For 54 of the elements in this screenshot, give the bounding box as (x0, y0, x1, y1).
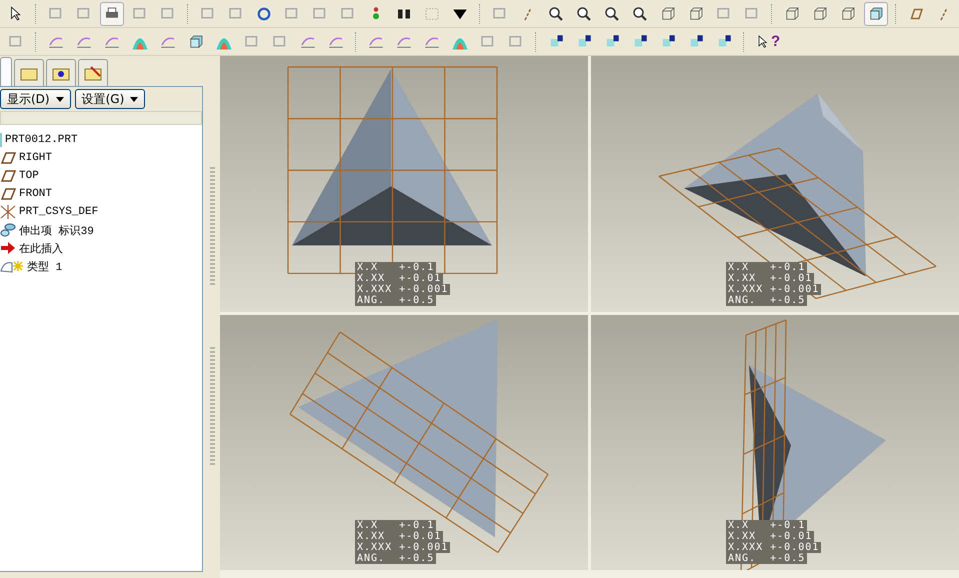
tolerance-text: X.X +-0.1 (726, 262, 808, 272)
viewport[interactable]: X.X +-0.1 X.XX +-0.01 X.XXX +-0.001 ANG. +-0.5 (591, 314, 959, 570)
tree-label: PRT0012.PRT (5, 134, 78, 146)
tree-label: RIGHT (19, 152, 52, 164)
tree-label: 类型 1 (27, 260, 62, 274)
insert-arrow-icon (0, 241, 16, 255)
datum-plane-icon (0, 170, 16, 182)
dropdown-button[interactable]: 设置(G) (74, 89, 146, 109)
tolerance-text: X.X +-0.1 (726, 520, 808, 531)
tolerance-text: ANG. +-0.5 (726, 294, 808, 306)
datum-plane-icon (0, 188, 16, 200)
tree-label: FRONT (19, 188, 52, 200)
extrude-icon (0, 223, 16, 237)
caret-icon (130, 96, 138, 102)
tolerance-text: ANG. +-0.5 (355, 294, 436, 306)
panel-tab[interactable] (78, 59, 108, 86)
tolerance-text: X.XX +-0.01 (355, 531, 444, 542)
tolerance-text: X.XXX +-0.001 (726, 284, 822, 294)
tolerance-text: X.X +-0.1 (355, 520, 436, 531)
tolerance-text: ANG. +-0.5 (726, 553, 808, 564)
tolerance-text: X.XX +-0.01 (355, 272, 444, 284)
tree-item[interactable]: RIGHT (0, 149, 202, 167)
datum-plane-icon (0, 152, 16, 164)
tolerance-text: X.XXX +-0.001 (355, 542, 450, 553)
tree-item[interactable]: TOP (0, 167, 202, 185)
shaded-cube-button[interactable] (864, 2, 888, 26)
tree-item[interactable]: 在此插入 (0, 239, 202, 257)
tolerance-text: X.XX +-0.01 (726, 272, 814, 284)
panel-tab[interactable] (46, 59, 76, 86)
viewport[interactable]: X.X +-0.1 X.XX +-0.01 X.XXX +-0.001 ANG. +-0.5 (220, 56, 588, 312)
tree-item[interactable]: 类型 1 (0, 257, 202, 275)
tolerance-text: X.XXX +-0.001 (355, 284, 450, 294)
help-button[interactable]: ? (752, 30, 784, 54)
caret-icon (56, 96, 64, 102)
tree-item[interactable]: 伸出项 标识39 (0, 221, 202, 239)
panel-tab[interactable] (14, 59, 44, 86)
tree-item[interactable]: PRT0012.PRT (0, 131, 202, 149)
tree-item[interactable]: FRONT (0, 185, 202, 203)
tolerance-text: X.XXX +-0.001 (726, 542, 822, 553)
tree-label: PRT_CSYS_DEF (19, 206, 98, 218)
tree-label: 在此插入 (19, 242, 63, 256)
tolerance-text: X.XX +-0.01 (726, 531, 814, 542)
viewport[interactable]: X.X +-0.1 X.XX +-0.01 X.XXX +-0.001 ANG. +-0.5 (220, 314, 588, 570)
printer-button[interactable] (100, 2, 124, 26)
tree-item[interactable]: PRT_CSYS_DEF (0, 203, 202, 221)
coordinate-system-icon (0, 205, 16, 219)
folder-icon (83, 64, 103, 82)
dropdown-button[interactable]: 显示(D) (0, 89, 71, 109)
surface-star-icon (0, 259, 24, 273)
tolerance-text: X.X +-0.1 (355, 262, 436, 272)
tolerance-text: ANG. +-0.5 (355, 553, 436, 564)
tree-label: TOP (19, 170, 39, 182)
viewport[interactable]: X.X +-0.1 X.XX +-0.01 X.XXX +-0.001 ANG. +-0.5 (591, 56, 959, 312)
tree-label: 伸出项 标识39 (19, 224, 94, 238)
